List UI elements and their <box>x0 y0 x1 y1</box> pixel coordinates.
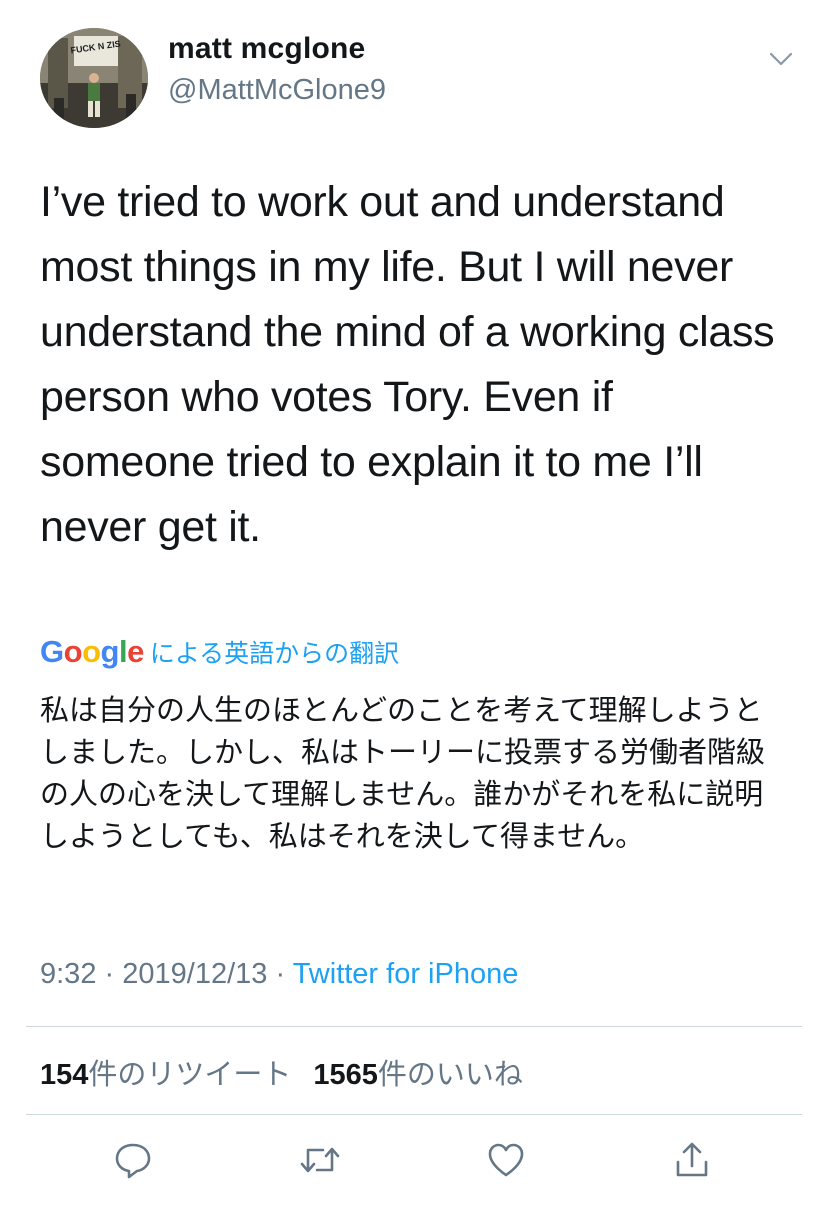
tweet-date: 2019/12/13 <box>122 958 268 990</box>
tweet-header: FUCK N ZIS matt mcglone @MattMcGlone9 <box>40 28 798 128</box>
share-icon[interactable] <box>664 1132 720 1188</box>
retweets-label: 件のリツイート <box>88 1059 292 1091</box>
chevron-down-icon[interactable] <box>768 46 794 72</box>
tweet-actions <box>0 1132 828 1188</box>
user-name[interactable]: matt mcglone <box>168 32 365 66</box>
divider <box>26 1114 802 1115</box>
translation-label: による英語からの翻訳 <box>149 640 400 668</box>
translation-attribution[interactable]: Google による英語からの翻訳 <box>40 632 399 672</box>
avatar-image: FUCK N ZIS <box>40 28 148 128</box>
tweet-time: 9:32 <box>40 958 97 990</box>
retweets-count: 154 <box>40 1059 89 1091</box>
reply-icon[interactable] <box>105 1132 161 1188</box>
tweet-meta: 9:32 · 2019/12/13 · Twitter for iPhone <box>40 958 518 991</box>
tweet-stats: 154件のリツイート 1565件のいいね <box>40 1051 523 1093</box>
heart-icon[interactable] <box>478 1132 534 1188</box>
avatar[interactable]: FUCK N ZIS <box>40 28 148 128</box>
tweet-text: I’ve tried to work out and understand mo… <box>40 178 775 551</box>
google-logo: Google <box>40 634 144 669</box>
divider <box>26 1026 802 1027</box>
likes-stat[interactable]: 1565件のいいね <box>313 1059 523 1091</box>
meta-separator: · <box>275 958 286 990</box>
likes-count: 1565 <box>313 1059 378 1091</box>
likes-label: 件のいいね <box>377 1059 523 1091</box>
user-handle[interactable]: @MattMcGlone9 <box>168 74 386 107</box>
meta-separator: · <box>104 958 115 990</box>
translated-text: 私は自分の人生のほとんどのことを考えて理解しようとしました。しかし、私はトーリー… <box>40 695 766 853</box>
tweet-source-link[interactable]: Twitter for iPhone <box>293 958 519 990</box>
retweets-stat[interactable]: 154件のリツイート <box>40 1059 291 1091</box>
retweet-icon[interactable] <box>292 1132 348 1188</box>
